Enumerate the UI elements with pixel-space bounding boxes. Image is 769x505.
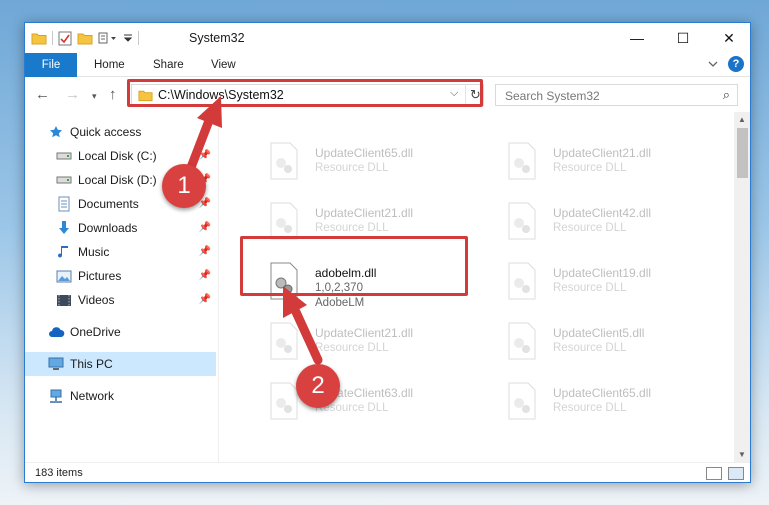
annotation-arrows [185,96,323,365]
step-marker-1: 1 [162,164,206,208]
step-marker-2: 2 [296,364,340,408]
